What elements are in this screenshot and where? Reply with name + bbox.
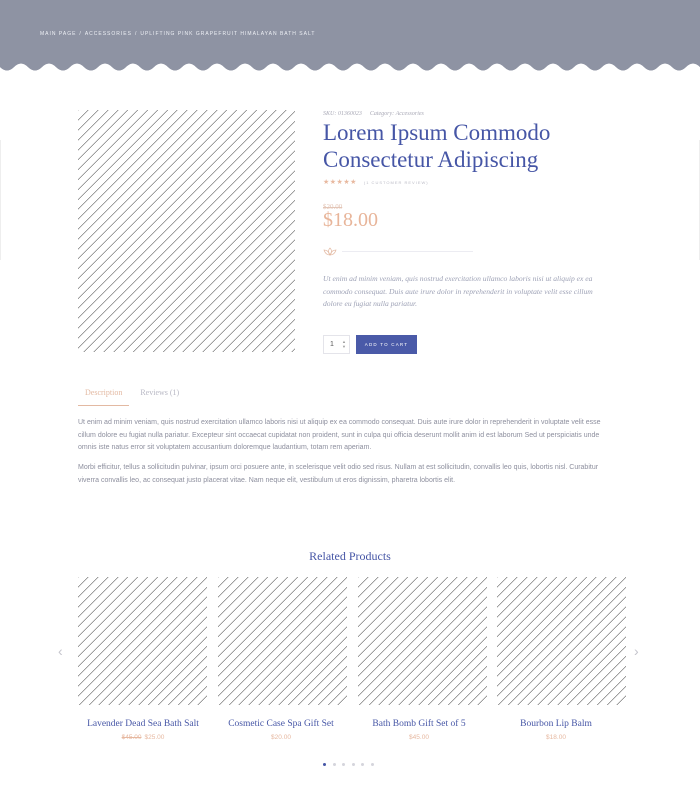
breadcrumb-separator: /: [134, 31, 138, 37]
related-product-price: $18.00: [546, 734, 566, 741]
quantity-stepper[interactable]: 1 ▲ ▼: [323, 335, 350, 354]
product-meta: SKU: 01360023 Category: Accessories: [323, 111, 432, 117]
carousel-dot[interactable]: [323, 763, 326, 766]
product-price: $18.00: [323, 209, 378, 231]
carousel-next-icon[interactable]: ›: [634, 643, 639, 659]
carousel-dot[interactable]: [361, 763, 364, 766]
add-to-cart-button[interactable]: ADD TO CART: [356, 335, 417, 354]
related-product-image[interactable]: [497, 577, 626, 705]
related-product-price: $45.00: [409, 734, 429, 741]
carousel-dot[interactable]: [370, 763, 374, 766]
description-paragraph-2: Morbi efficitur, tellus a sollicitudin p…: [78, 464, 599, 484]
tab-reviews[interactable]: Reviews (1): [133, 388, 186, 406]
product-short-description: Ut enim ad minim veniam, quis nostrud ex…: [323, 274, 593, 308]
header-wave-divider: [0, 62, 700, 78]
related-product-old-price: $45.00: [121, 734, 142, 741]
breadcrumb-main-page[interactable]: MAIN PAGE: [40, 31, 76, 37]
carousel-dot[interactable]: [332, 763, 336, 766]
customer-reviews-link[interactable]: (1 CUSTOMER REVIEW): [364, 180, 429, 185]
related-product-name[interactable]: Bourbon Lip Balm: [481, 719, 631, 729]
related-product-name[interactable]: Cosmetic Case Spa Gift Set: [206, 719, 356, 729]
product-title: Lorem Ipsum Commodo Consectetur Adipisci…: [323, 120, 551, 172]
rating-stars: ★★★★★: [323, 179, 357, 186]
lotus-icon: [323, 247, 337, 256]
description-paragraph-1: Ut enim ad minim veniam, quis nostrud ex…: [78, 419, 601, 451]
related-product-name[interactable]: Lavender Dead Sea Bath Salt: [68, 719, 218, 729]
tab-description[interactable]: Description: [78, 388, 130, 406]
related-product-sale-price: $25.00: [144, 734, 165, 741]
left-edge-rule: [0, 140, 1, 260]
product-sku: SKU: 01360023: [323, 111, 362, 117]
related-product-image[interactable]: [358, 577, 487, 705]
quantity-arrows-icon[interactable]: ▲ ▼: [342, 339, 346, 349]
related-product-price: $20.00: [271, 734, 291, 741]
related-product-price: $45.00 $25.00: [68, 734, 218, 741]
product-main-image[interactable]: [78, 110, 295, 352]
carousel-dot[interactable]: [351, 763, 355, 766]
related-product-image[interactable]: [78, 577, 207, 705]
carousel-dot[interactable]: [342, 763, 345, 766]
breadcrumb-accessories[interactable]: ACCESSORIES: [85, 31, 132, 37]
breadcrumb: MAIN PAGE / ACCESSORIES / UPLIFTING PINK GRA…: [40, 31, 315, 37]
carousel-pagination: [323, 763, 380, 766]
product-rating: ★★★★★ (1 CUSTOMER REVIEW): [323, 178, 429, 186]
related-product-image[interactable]: [218, 577, 347, 705]
product-tabs: Description Reviews (1): [78, 388, 186, 406]
breadcrumb-current-page: UPLIFTING PINK GRAPEFRUIT HIMALAYAN BATH…: [140, 31, 316, 37]
related-product-name[interactable]: Bath Bomb Gift Set of 5: [344, 719, 494, 729]
carousel-prev-icon[interactable]: ‹: [58, 643, 63, 659]
price-divider: [342, 251, 473, 252]
breadcrumb-separator: /: [79, 31, 82, 37]
related-products-title: Related Products: [309, 549, 391, 563]
product-category-link[interactable]: Category: Accessories: [370, 111, 424, 117]
quantity-value[interactable]: 1: [330, 341, 334, 348]
